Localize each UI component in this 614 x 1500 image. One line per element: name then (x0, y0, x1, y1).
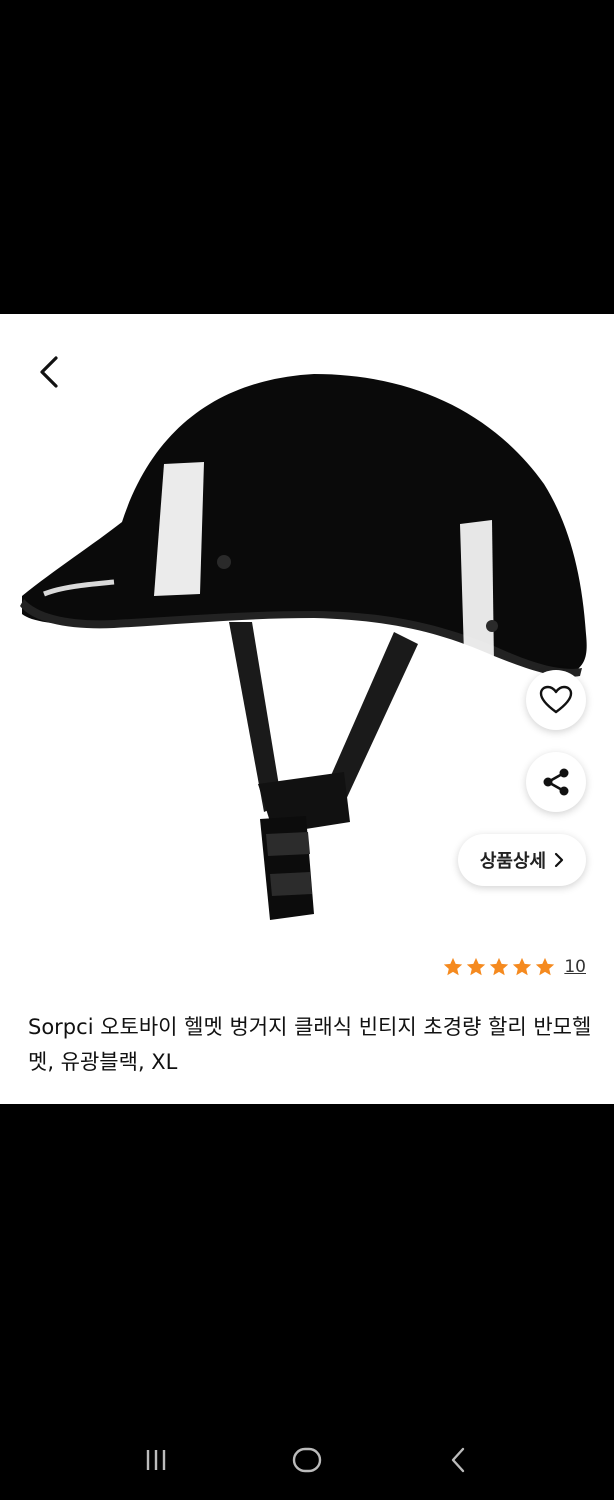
share-icon (543, 768, 569, 796)
star-icon (467, 957, 486, 976)
heart-icon (539, 685, 573, 714)
top-black-area (0, 0, 614, 314)
star-icon (444, 957, 463, 976)
star-icon (536, 957, 555, 976)
home-button[interactable] (277, 1430, 337, 1490)
product-detail-label: 상품상세 (479, 851, 547, 872)
system-navigation-bar (0, 1420, 614, 1500)
rating-row[interactable]: 10 (442, 956, 586, 978)
product-title: Sorpci 오토바이 헬멧 벙거지 클래식 빈티지 초경량 할리 반모헬멧, … (28, 1015, 592, 1074)
nav-back-button[interactable] (428, 1430, 488, 1490)
recents-button[interactable] (126, 1430, 186, 1490)
star-rating (442, 956, 556, 978)
back-icon (452, 1447, 465, 1473)
star-icon (490, 957, 509, 976)
home-icon (292, 1447, 322, 1473)
product-card: 상품상세 10 Sorpci 오토바이 헬멧 벙거지 클래식 빈티지 초경량 할… (0, 314, 614, 1104)
like-button[interactable] (526, 670, 586, 730)
review-count-link[interactable]: 10 (564, 957, 586, 977)
recents-icon (146, 1450, 165, 1470)
back-button[interactable] (28, 352, 68, 392)
chevron-right-icon (555, 852, 564, 868)
product-detail-button[interactable]: 상품상세 (458, 834, 586, 886)
chevron-left-icon (40, 356, 58, 388)
star-icon (513, 957, 532, 976)
share-button[interactable] (526, 752, 586, 812)
